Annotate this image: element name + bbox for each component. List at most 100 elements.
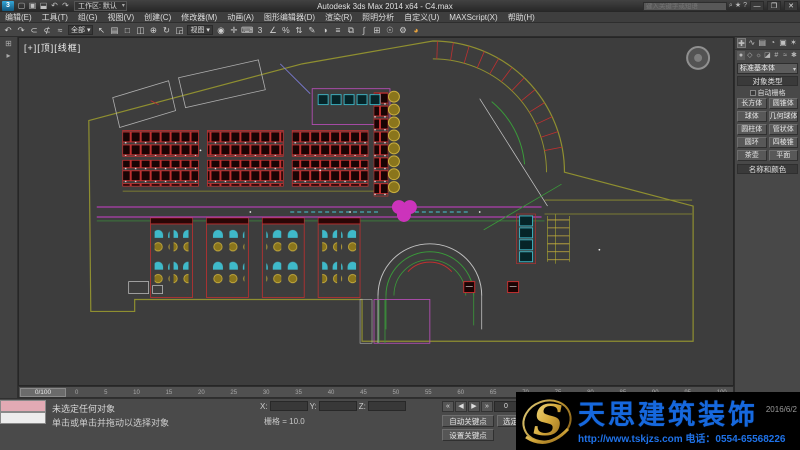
primitive-category-dropdown[interactable]: 标准基本体: [737, 63, 798, 74]
panel-tab-display[interactable]: ▣: [779, 38, 788, 48]
undo-icon[interactable]: ↶: [2, 24, 14, 36]
viewport-canvas[interactable]: [19, 38, 733, 385]
subtab-shapes[interactable]: ◇: [746, 51, 754, 60]
objtype-geosphere[interactable]: 几何球体: [769, 111, 799, 122]
auto-key-button[interactable]: 自动关键点: [442, 415, 494, 427]
menu-group[interactable]: 组(G): [73, 12, 103, 23]
menu-modifiers[interactable]: 修改器(M): [176, 12, 222, 23]
redo-qat-icon[interactable]: ↷: [60, 0, 71, 12]
select-and-manipulate-icon[interactable]: ✛: [228, 24, 240, 36]
go-to-start-icon[interactable]: «: [442, 401, 454, 412]
3dsmax-app-icon[interactable]: 3: [2, 1, 14, 11]
undo-qat-icon[interactable]: ↶: [49, 0, 60, 12]
autogrid-checkbox[interactable]: [750, 90, 756, 96]
menu-rendering[interactable]: 渲染(R): [320, 12, 357, 23]
objtype-cone[interactable]: 圆锥体: [769, 98, 799, 109]
expand-strip-icon[interactable]: ▸: [0, 51, 17, 60]
align-icon[interactable]: ≡: [332, 24, 344, 36]
maxscript-mini-listener[interactable]: [0, 412, 46, 424]
panel-tab-modify[interactable]: ∿: [747, 38, 756, 48]
rectangular-selection-icon[interactable]: □: [121, 24, 133, 36]
open-file-icon[interactable]: ▣: [27, 0, 38, 12]
select-and-link-icon[interactable]: ⊂: [28, 24, 40, 36]
objtype-pyramid[interactable]: 四棱锥: [769, 137, 799, 148]
panel-tab-motion[interactable]: ◔: [768, 38, 777, 48]
curve-editor-icon[interactable]: ∫: [358, 24, 370, 36]
subtab-helpers[interactable]: #: [772, 51, 780, 60]
search-input[interactable]: [643, 2, 727, 11]
spinner-snap-icon[interactable]: ⇅: [293, 24, 305, 36]
workspace-dropdown[interactable]: 工作区: 默认: [74, 1, 127, 11]
minimize-button[interactable]: —: [750, 1, 764, 11]
subtab-cameras[interactable]: ◪: [763, 51, 771, 60]
viewport-layout-tab-icon[interactable]: ⊞: [0, 39, 17, 48]
menu-lighting-analysis[interactable]: 照明分析: [357, 12, 399, 23]
objtype-plane[interactable]: 平面: [769, 150, 799, 161]
new-scene-icon[interactable]: ▢: [16, 0, 27, 12]
z-coordinate-field[interactable]: [368, 401, 406, 411]
objtype-torus[interactable]: 圆环: [737, 137, 767, 148]
bind-to-space-warp-icon[interactable]: ≈: [54, 24, 66, 36]
search-icon[interactable]: ⌕: [729, 0, 733, 12]
percent-snap-icon[interactable]: %: [280, 24, 292, 36]
menu-animation[interactable]: 动画(A): [222, 12, 259, 23]
objtype-cylinder[interactable]: 圆柱体: [737, 124, 767, 135]
save-file-icon[interactable]: ⬓: [38, 0, 49, 12]
render-production-icon[interactable]: ◕: [410, 24, 422, 36]
play-icon[interactable]: ▶: [468, 401, 480, 412]
selection-filter-dropdown[interactable]: 全部 ▾: [68, 25, 93, 35]
select-and-scale-icon[interactable]: ◲: [173, 24, 185, 36]
viewport[interactable]: [+][顶][线框]: [18, 37, 734, 386]
window-crossing-icon[interactable]: ◫: [134, 24, 146, 36]
subtab-lights[interactable]: ☼: [755, 51, 763, 60]
select-by-name-icon[interactable]: ▤: [108, 24, 120, 36]
panel-tab-create[interactable]: ✚: [737, 38, 746, 48]
edit-named-selection-sets-icon[interactable]: ✎: [306, 24, 318, 36]
help-icon[interactable]: ?: [743, 0, 747, 12]
menu-graph-editors[interactable]: 图形编辑器(D): [259, 12, 320, 23]
object-type-rollout[interactable]: 对象类型: [737, 76, 798, 86]
panel-tab-hierarchy[interactable]: ▤: [758, 38, 767, 48]
macro-recorder-field[interactable]: [0, 400, 46, 412]
menu-customize[interactable]: 自定义(U): [399, 12, 444, 23]
layer-manager-icon[interactable]: ⧉: [345, 24, 357, 36]
name-color-rollout[interactable]: 名称和颜色: [737, 164, 798, 174]
select-and-move-icon[interactable]: ⊕: [147, 24, 159, 36]
objtype-teapot[interactable]: 茶壶: [737, 150, 767, 161]
time-slider-handle[interactable]: 0/100: [20, 388, 66, 397]
select-object-icon[interactable]: ↖: [95, 24, 107, 36]
set-key-button[interactable]: 设置关键点: [442, 429, 494, 441]
subtab-geometry[interactable]: ●: [737, 51, 745, 60]
select-and-rotate-icon[interactable]: ↻: [160, 24, 172, 36]
snaps-toggle-icon[interactable]: 3: [254, 24, 266, 36]
subtab-systems[interactable]: ✱: [790, 51, 798, 60]
angle-snap-icon[interactable]: ∠: [267, 24, 279, 36]
reference-coordinate-dropdown[interactable]: 视图 ▾: [187, 25, 212, 35]
material-editor-icon[interactable]: ☉: [384, 24, 396, 36]
render-setup-icon[interactable]: ⚙: [397, 24, 409, 36]
favorites-star-icon[interactable]: ★: [735, 0, 741, 12]
current-frame-field[interactable]: 0: [494, 401, 518, 412]
maximize-button[interactable]: ❐: [767, 1, 781, 11]
brand-url[interactable]: http://www.tskjzs.com: [578, 434, 683, 445]
objtype-sphere[interactable]: 球体: [737, 111, 767, 122]
menu-maxscript[interactable]: MAXScript(X): [444, 12, 502, 23]
unlink-selection-icon[interactable]: ⊄: [41, 24, 53, 36]
y-coordinate-field[interactable]: [319, 401, 357, 411]
menu-help[interactable]: 帮助(H): [503, 12, 540, 23]
schematic-view-icon[interactable]: ⊞: [371, 24, 383, 36]
menu-create[interactable]: 创建(C): [139, 12, 176, 23]
go-to-end-icon[interactable]: »: [481, 401, 493, 412]
previous-frame-icon[interactable]: ◀: [455, 401, 467, 412]
menu-tools[interactable]: 工具(T): [37, 12, 73, 23]
menu-views[interactable]: 视图(V): [102, 12, 139, 23]
redo-icon[interactable]: ↷: [15, 24, 27, 36]
close-button[interactable]: ✕: [784, 1, 798, 11]
mirror-icon[interactable]: ◑: [319, 24, 331, 36]
viewport-label[interactable]: [+][顶][线框]: [24, 41, 81, 54]
objtype-tube[interactable]: 管状体: [769, 124, 799, 135]
use-pivot-point-icon[interactable]: ◉: [215, 24, 227, 36]
panel-tab-utilities[interactable]: ✶: [789, 38, 798, 48]
steering-wheel-icon[interactable]: [687, 47, 709, 69]
objtype-box[interactable]: 长方体: [737, 98, 767, 109]
